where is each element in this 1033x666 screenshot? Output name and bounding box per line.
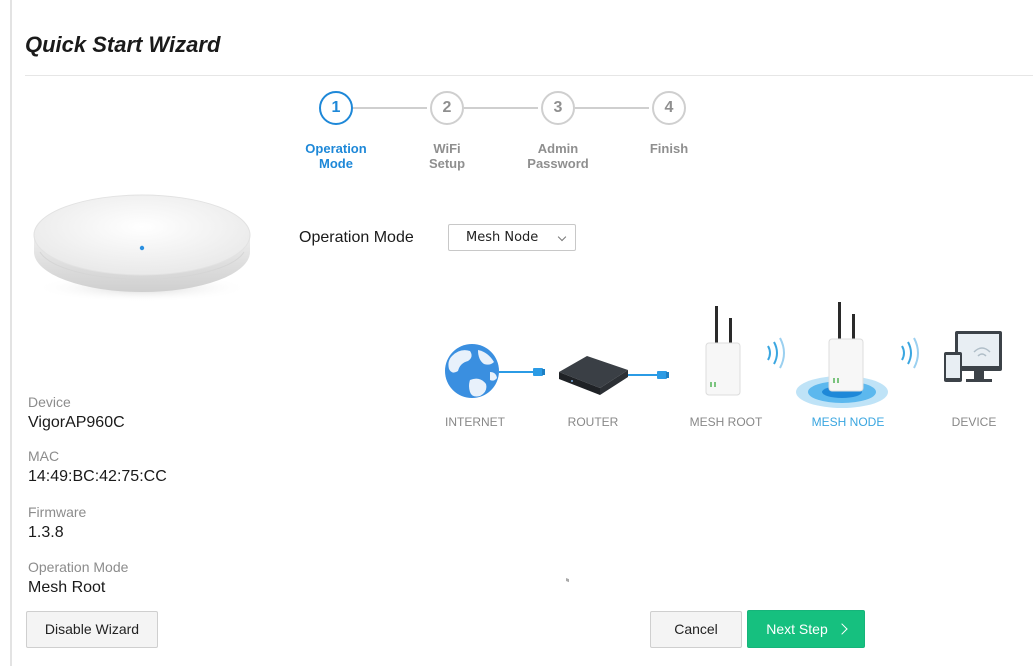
step-2-label-line2: Setup	[428, 156, 466, 171]
mac-info-block: MAC 14:49:BC:42:75:CC	[28, 448, 167, 486]
topology-mesh-root-label: MESH ROOT	[689, 415, 763, 429]
step-2-label: WiFi Setup	[397, 141, 497, 171]
topology-device-label: DEVICE	[951, 415, 997, 429]
operation-mode-select[interactable]: Mesh Node	[448, 224, 576, 251]
step-1-label: Operation Mode	[286, 141, 386, 171]
device-info-block: Device VigorAP960C	[28, 394, 125, 432]
wifi-signal-root-icon	[767, 337, 785, 369]
topology-router-label: ROUTER	[567, 415, 619, 429]
step-1-circle: 1	[319, 91, 353, 125]
step-3-circle: 3	[541, 91, 575, 125]
globe-icon	[445, 344, 499, 398]
mesh-node-ap-icon	[796, 302, 888, 408]
step-connector-2-3	[464, 107, 538, 109]
cancel-button[interactable]: Cancel	[650, 611, 742, 648]
device-label: Device	[28, 394, 71, 410]
access-point-image	[33, 194, 251, 302]
cable-internet-router-icon	[499, 368, 545, 376]
device-value: VigorAP960C	[28, 414, 125, 431]
step-2-label-line1: WiFi	[433, 141, 461, 156]
step-3-label: Admin Password	[508, 141, 608, 171]
firmware-info-block: Firmware 1.3.8	[28, 504, 86, 542]
next-step-label: Next Step	[766, 621, 828, 637]
opmode-info-label: Operation Mode	[28, 559, 129, 575]
wizard-steps: 1 2 3 4 Operation Mode WiFi Setup Admin …	[0, 0, 1033, 180]
step-4-label-line1: Finish	[649, 141, 689, 156]
next-step-button[interactable]: Next Step	[747, 610, 865, 648]
wifi-signal-node-icon	[901, 337, 919, 369]
disable-wizard-button[interactable]: Disable Wizard	[26, 611, 158, 648]
mesh-root-ap-icon	[705, 306, 741, 396]
step-1-label-line1: Operation	[305, 141, 367, 156]
mac-value: 14:49:BC:42:75:CC	[28, 468, 167, 485]
devices-icon	[944, 331, 1002, 382]
topology-internet-label: INTERNET	[445, 415, 505, 429]
firmware-value: 1.3.8	[28, 524, 64, 541]
cable-router-meshroot-icon	[628, 371, 669, 379]
step-connector-1-2	[353, 107, 427, 109]
firmware-label: Firmware	[28, 504, 87, 520]
step-connector-3-4	[575, 107, 649, 109]
step-4-label: Finish	[619, 141, 719, 156]
opmode-info-block: Operation Mode Mesh Root	[28, 559, 128, 597]
step-3-label-line2: Password	[527, 156, 589, 171]
chevron-down-icon	[557, 232, 567, 242]
topology-mesh-node-label: MESH NODE	[811, 415, 885, 429]
step-3-label-line1: Admin	[537, 141, 579, 156]
step-2-circle: 2	[430, 91, 464, 125]
mac-label: MAC	[28, 448, 60, 464]
router-icon	[559, 356, 628, 583]
operation-mode-label: Operation Mode	[299, 229, 414, 246]
chevron-right-icon	[836, 623, 848, 635]
step-4-circle: 4	[652, 91, 686, 125]
operation-mode-selected: Mesh Node	[466, 230, 539, 245]
opmode-info-value: Mesh Root	[28, 579, 106, 596]
step-1-label-line2: Mode	[319, 156, 353, 171]
